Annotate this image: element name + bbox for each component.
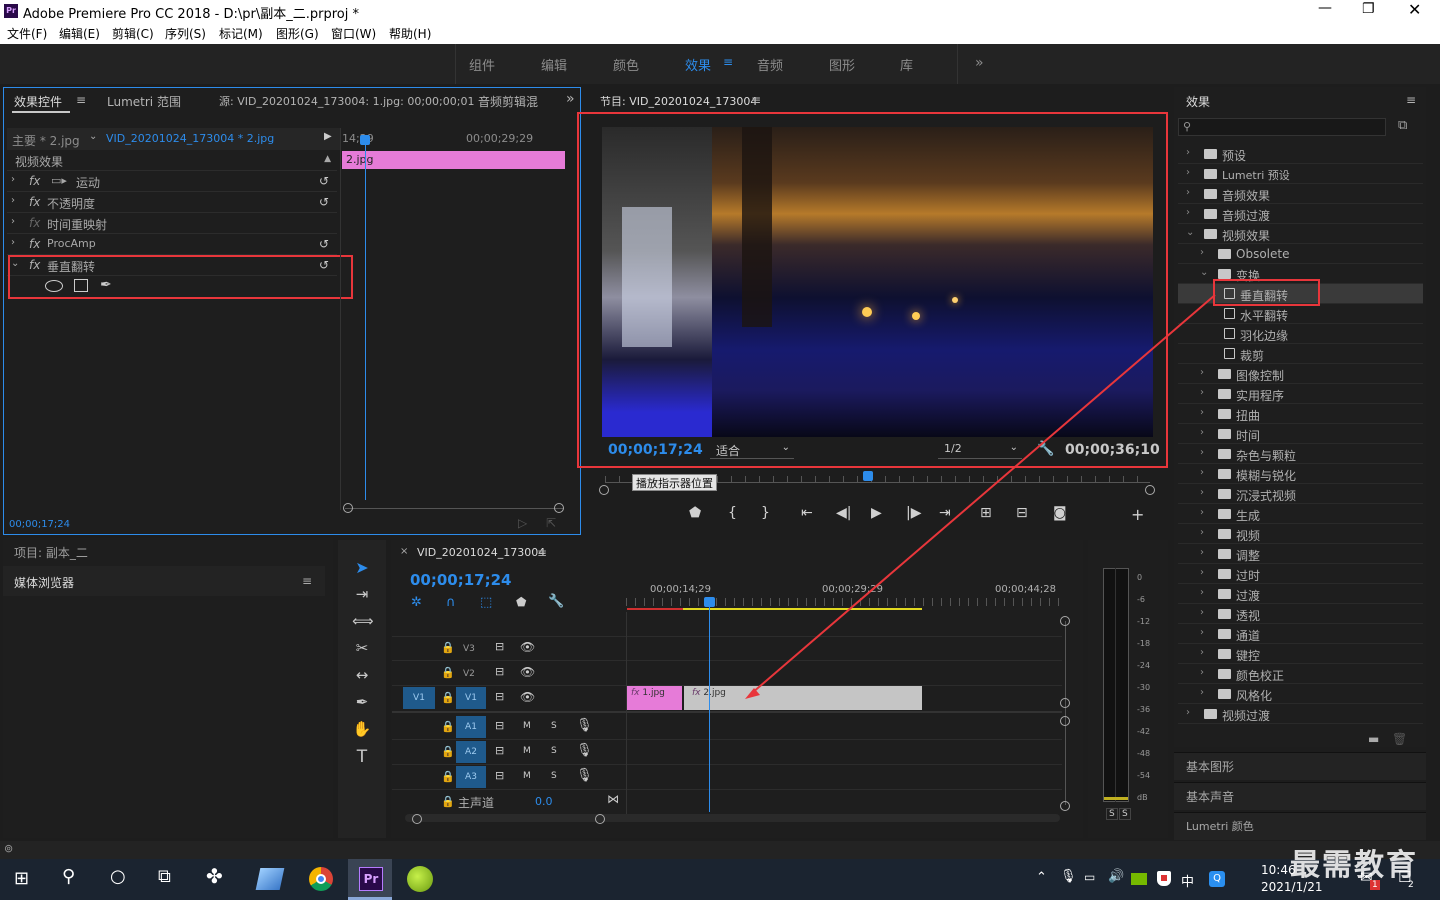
qq-app-icon[interactable]: Q: [1209, 871, 1225, 887]
premiere-app-icon[interactable]: Pr: [359, 867, 383, 891]
nvidia-icon[interactable]: [1131, 873, 1147, 885]
status-icon: ⊚: [4, 842, 14, 855]
ime-indicator[interactable]: 中: [1181, 871, 1194, 890]
chrome-app-icon[interactable]: [309, 867, 333, 891]
meter-scale-label: 0: [1137, 573, 1143, 582]
meter-scale-label: -48: [1137, 749, 1151, 758]
meter-scale-label: -24: [1137, 661, 1151, 670]
annotation-arrow: [745, 294, 1216, 699]
cortana-icon[interactable]: ○: [110, 866, 126, 887]
ball-app-icon[interactable]: [407, 866, 433, 892]
app-pinwheel-icon[interactable]: ✤: [206, 864, 223, 888]
windows-start-icon[interactable]: ⊞: [14, 868, 29, 889]
solo-right-button[interactable]: S: [1119, 808, 1131, 820]
search-icon[interactable]: ⚲: [62, 866, 75, 887]
watermark-logo: 最需教育: [1290, 848, 1418, 883]
meter-scale-label: -54: [1137, 771, 1151, 780]
network-icon[interactable]: ▭: [1084, 870, 1095, 884]
tray-expand-icon[interactable]: ⌃: [1036, 870, 1047, 885]
task-view-icon[interactable]: ⧉: [158, 866, 171, 887]
meter-scale-label: -36: [1137, 705, 1151, 714]
notepad-app-icon[interactable]: [255, 868, 285, 890]
meter-scale-label: dB: [1137, 793, 1148, 802]
meter-scale-label: -30: [1137, 683, 1151, 692]
meter-scale-label: -42: [1137, 727, 1151, 736]
solo-left-button[interactable]: S: [1106, 808, 1118, 820]
meter-scale-label: -6: [1137, 595, 1145, 604]
mic-tray-icon[interactable]: 🎙: [1060, 869, 1077, 884]
security-icon[interactable]: [1157, 871, 1171, 886]
meter-scale-label: -12: [1137, 617, 1151, 626]
meter-scale-label: -18: [1137, 639, 1151, 648]
audio-meter: [1103, 568, 1129, 802]
volume-icon[interactable]: 🔊: [1108, 869, 1124, 884]
